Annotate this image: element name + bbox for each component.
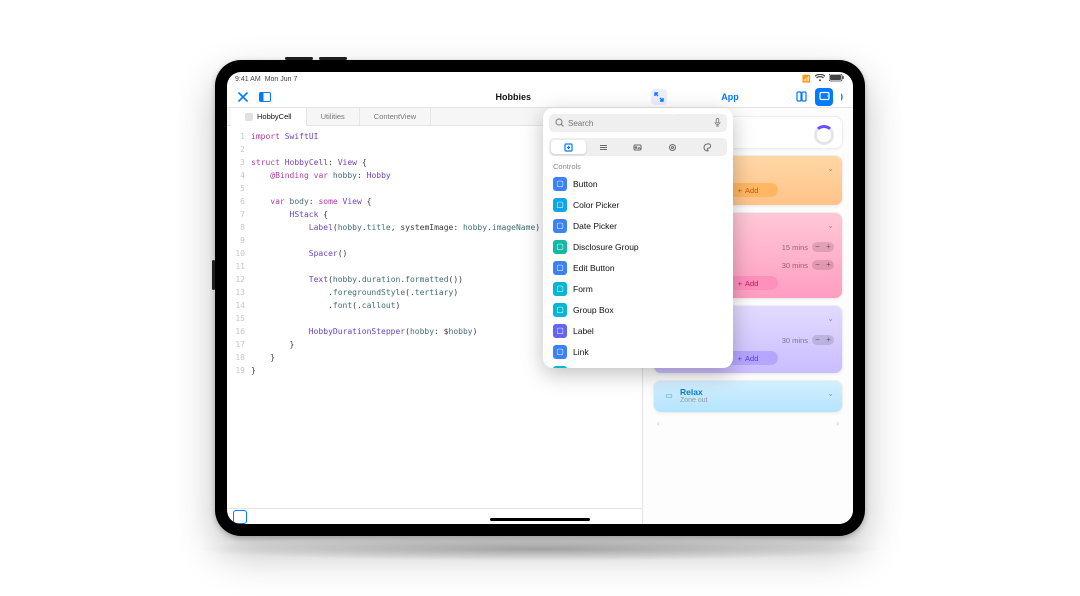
library-item-icon: ▢ (553, 282, 567, 296)
battery-icon (829, 74, 845, 84)
dictation-icon[interactable] (714, 118, 721, 129)
library-item-disclosure-group[interactable]: ▢ Disclosure Group (543, 236, 733, 257)
enter-fullscreen-button[interactable] (651, 89, 667, 105)
wifi-icon (815, 74, 825, 84)
card-icon: ▭ (662, 389, 676, 403)
status-bar: 9:41 AM Mon Jun 7 📶 (227, 72, 853, 86)
close-button[interactable] (235, 89, 251, 105)
library-item-edit-button[interactable]: ▢ Edit Button (543, 257, 733, 278)
card-subtitle: Zone out (680, 397, 708, 404)
library-item-label: List (573, 368, 586, 369)
file-tab-label: Utilities (321, 112, 345, 121)
progress-ring-icon (814, 125, 834, 145)
stepper-plus[interactable]: + (823, 335, 834, 345)
library-item-date-picker[interactable]: ▢ Date Picker (543, 215, 733, 236)
hobby-duration: 30 mins (782, 261, 808, 270)
library-item-label: Label (573, 326, 594, 336)
library-item-icon: ▢ (553, 345, 567, 359)
next-page-button[interactable]: › (836, 419, 839, 428)
hobby-duration: 15 mins (782, 243, 808, 252)
chevron-down-icon[interactable]: ⌄ (827, 314, 834, 323)
scope-color[interactable] (690, 140, 725, 154)
prev-page-button[interactable]: ‹ (657, 419, 660, 428)
library-popover: Controls ▢ Button ▢ Color Picker ▢ Date Picke… (543, 108, 733, 368)
line-gutter: 12345678910111213141516171819 (227, 126, 249, 508)
library-item-icon: ▢ (553, 366, 567, 369)
plus-icon: + (738, 279, 742, 288)
library-item-label[interactable]: ▢ Label (543, 320, 733, 341)
stepper-minus[interactable]: − (812, 260, 823, 270)
hobby-stepper[interactable]: −+ (812, 242, 834, 252)
library-search-input[interactable] (568, 119, 710, 128)
library-item-list[interactable]: ▢ List (543, 362, 733, 368)
library-item-label: Form (573, 284, 593, 294)
stepper-plus[interactable]: + (823, 260, 834, 270)
library-item-icon: ▢ (553, 261, 567, 275)
sidebar-toggle-button[interactable] (257, 89, 273, 105)
hobby-stepper[interactable]: −+ (812, 335, 834, 345)
stepper-minus[interactable]: − (812, 242, 823, 252)
library-item-label: Link (573, 347, 589, 357)
library-item-icon: ▢ (553, 219, 567, 233)
library-scopes[interactable] (549, 138, 727, 156)
file-tab-utilities[interactable]: Utilities (307, 108, 360, 126)
library-item-icon: ▢ (553, 198, 567, 212)
preview-toolbar: App (643, 86, 841, 108)
library-item-icon: ▢ (553, 303, 567, 317)
library-item-group-box[interactable]: ▢ Group Box (543, 299, 733, 320)
file-tab-label: HobbyCell (257, 112, 292, 121)
library-search[interactable] (549, 114, 727, 132)
pager: ‹ › (653, 419, 843, 428)
home-indicator[interactable] (490, 518, 590, 521)
library-item-icon: ▢ (553, 240, 567, 254)
chevron-down-icon[interactable]: ⌄ (827, 389, 834, 398)
cellular-icon: 📶 (802, 75, 811, 83)
chevron-down-icon[interactable]: ⌄ (827, 221, 834, 230)
search-icon (555, 118, 564, 129)
library-item-label: Date Picker (573, 221, 617, 231)
library-item-icon: ▢ (553, 324, 567, 338)
library-item-link[interactable]: ▢ Link (543, 341, 733, 362)
library-item-label: Color Picker (573, 200, 619, 210)
library-item-label: Edit Button (573, 263, 615, 273)
close-tab-icon[interactable] (245, 113, 253, 121)
library-item-label: Group Box (573, 305, 614, 315)
library-item-label: Disclosure Group (573, 242, 639, 252)
preview-device-button[interactable] (815, 88, 833, 106)
hobby-duration: 30 mins (782, 336, 808, 345)
scope-media[interactable] (655, 140, 690, 154)
preview-title[interactable]: App (721, 92, 739, 102)
add-label: Add (745, 354, 758, 363)
card-title: Relax (680, 387, 708, 397)
plus-icon: + (738, 186, 742, 195)
library-item-color-picker[interactable]: ▢ Color Picker (543, 194, 733, 215)
stepper-plus[interactable]: + (823, 242, 834, 252)
file-tab-label: ContentView (374, 112, 416, 121)
plus-icon: + (738, 354, 742, 363)
library-item-icon: ▢ (553, 177, 567, 191)
hobby-card-blue[interactable]: ⌄ ▭ RelaxZone out (653, 380, 843, 413)
file-tab-hobbycell[interactable]: HobbyCell (231, 108, 307, 126)
scope-snippets[interactable] (621, 140, 656, 154)
project-title: Hobbies (495, 92, 531, 102)
status-time: 9:41 AM (235, 76, 261, 83)
editor-footer (227, 508, 642, 524)
library-item-button[interactable]: ▢ Button (543, 173, 733, 194)
status-date: Mon Jun 7 (265, 76, 298, 83)
add-label: Add (745, 186, 758, 195)
settings-button[interactable] (793, 89, 809, 105)
library-section-title: Controls (543, 160, 733, 173)
library-item-label: Button (573, 179, 598, 189)
scope-views[interactable] (551, 140, 586, 154)
library-item-form[interactable]: ▢ Form (543, 278, 733, 299)
hobby-stepper[interactable]: −+ (812, 260, 834, 270)
add-label: Add (745, 279, 758, 288)
scope-modifiers[interactable] (586, 140, 621, 154)
accessory-button[interactable] (233, 510, 247, 524)
file-tab-contentview[interactable]: ContentView (360, 108, 431, 126)
ipad-frame: 9:41 AM Mon Jun 7 📶 (215, 60, 865, 536)
stepper-minus[interactable]: − (812, 335, 823, 345)
screen: 9:41 AM Mon Jun 7 📶 (227, 72, 853, 524)
chevron-down-icon[interactable]: ⌄ (827, 164, 834, 173)
